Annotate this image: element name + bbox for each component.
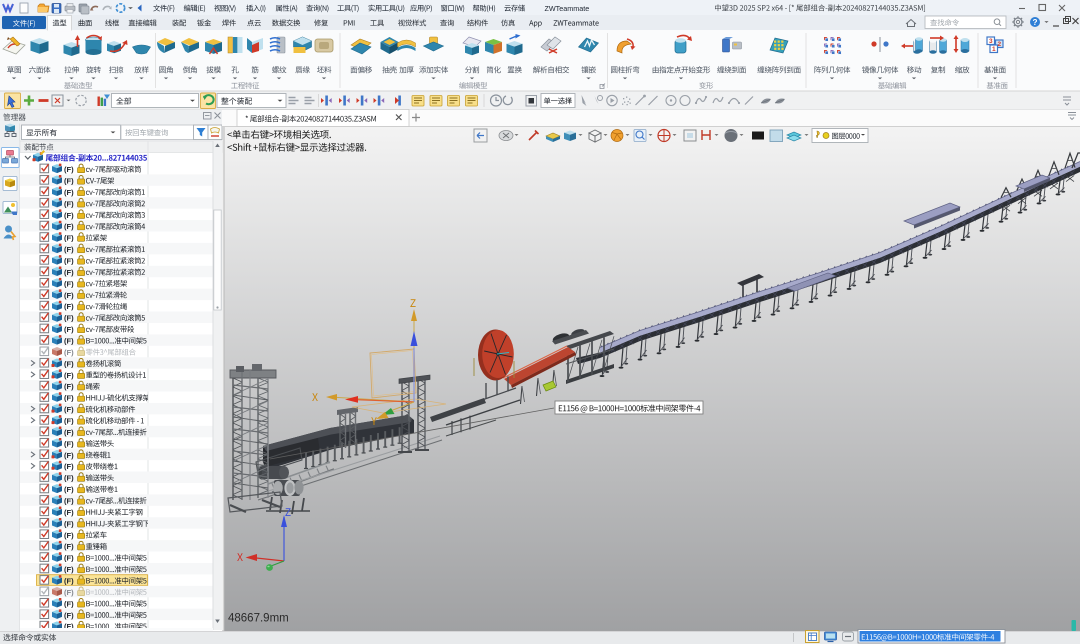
svg-text:(F): (F) — [64, 417, 74, 426]
svg-text:(F): (F) — [64, 257, 74, 266]
svg-text:(F): (F) — [64, 268, 74, 277]
svg-text:(F): (F) — [64, 177, 74, 186]
svg-text:(F): (F) — [64, 474, 74, 483]
svg-text:(F): (F) — [64, 588, 74, 597]
svg-text:(F): (F) — [64, 485, 74, 494]
svg-text:(F): (F) — [64, 497, 74, 506]
svg-text:(F): (F) — [64, 577, 74, 586]
svg-text:(F): (F) — [64, 234, 74, 243]
svg-text:48667.9mm: 48667.9mm — [228, 613, 289, 625]
svg-text:(F): (F) — [64, 279, 74, 288]
svg-text:(F): (F) — [64, 451, 74, 460]
svg-text:(F): (F) — [64, 531, 74, 540]
svg-text:(F): (F) — [64, 508, 74, 517]
svg-text:(F): (F) — [64, 337, 74, 346]
svg-text:(F): (F) — [64, 245, 74, 254]
svg-text:(F): (F) — [64, 291, 74, 300]
svg-text:(F): (F) — [64, 165, 74, 174]
svg-text:(F): (F) — [64, 188, 74, 197]
svg-text:2: 2 — [997, 41, 1001, 48]
svg-text:(F): (F) — [64, 222, 74, 231]
svg-text:1: 1 — [992, 46, 996, 53]
svg-text:(F): (F) — [64, 211, 74, 220]
svg-text:(F): (F) — [64, 199, 74, 208]
svg-text:(F): (F) — [64, 428, 74, 437]
svg-text:(F): (F) — [64, 302, 74, 311]
svg-text:(F): (F) — [64, 439, 74, 448]
svg-text:(F): (F) — [64, 394, 74, 403]
svg-text:(F): (F) — [64, 462, 74, 471]
svg-text:(F): (F) — [64, 565, 74, 574]
svg-text:(F): (F) — [64, 542, 74, 551]
svg-text:(F): (F) — [64, 382, 74, 391]
svg-text:(F): (F) — [64, 405, 74, 414]
svg-text:(F): (F) — [64, 554, 74, 563]
svg-text:(F): (F) — [64, 611, 74, 620]
svg-text:(F): (F) — [64, 359, 74, 368]
svg-text:?: ? — [1032, 18, 1037, 27]
svg-text:3: 3 — [989, 38, 993, 45]
svg-text:(F): (F) — [64, 371, 74, 380]
svg-text:(F): (F) — [64, 348, 74, 357]
svg-text:(F): (F) — [64, 314, 74, 323]
svg-text:(F): (F) — [64, 599, 74, 608]
svg-text:ZWTeammate: ZWTeammate — [545, 4, 590, 13]
svg-text:(F): (F) — [64, 325, 74, 334]
svg-text:(F): (F) — [64, 519, 74, 528]
